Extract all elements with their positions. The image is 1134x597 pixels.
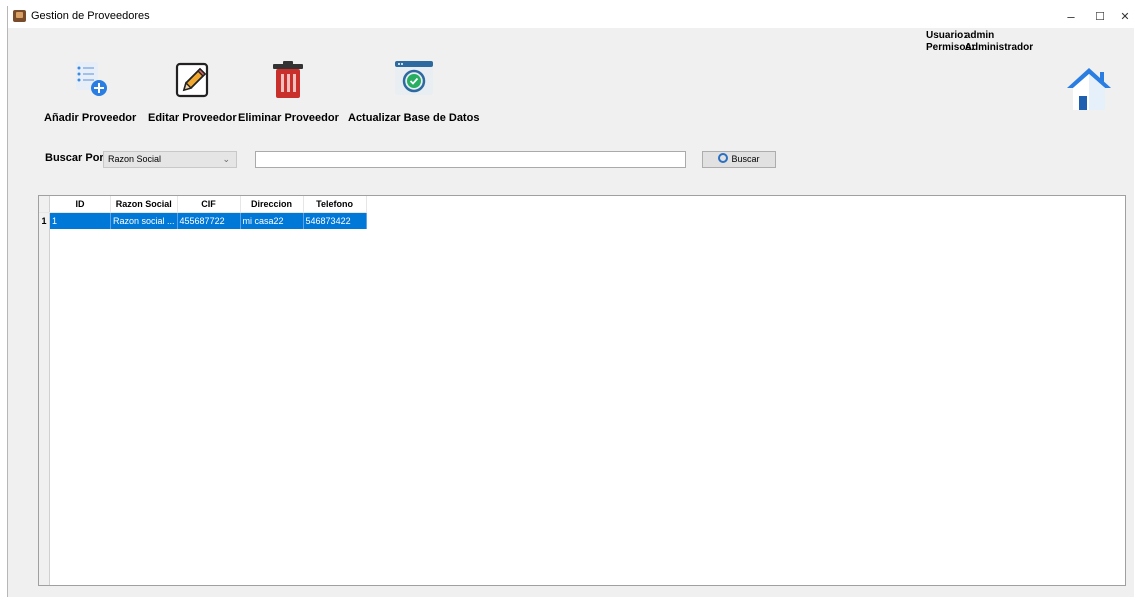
cell-id[interactable]: 1 [49, 212, 111, 229]
corner-header [39, 196, 50, 213]
refresh-database-label: Actualizar Base de Datos [348, 112, 480, 124]
edit-supplier-label: Editar Proveedor [148, 112, 237, 124]
suppliers-table: ID Razon Social CIF Direccion Telefono 1… [39, 196, 367, 229]
column-header-telefono[interactable]: Telefono [303, 196, 367, 213]
permisos-label: Permisos: [926, 42, 975, 53]
delete-supplier-button[interactable]: Eliminar Proveedor [238, 58, 339, 124]
edit-pencil-icon [170, 58, 214, 102]
usuario-label: Usuario: [926, 30, 967, 41]
usuario-value: admin [964, 30, 995, 41]
close-button[interactable]: ✕ [1110, 8, 1134, 26]
search-field-selected: Razon Social [108, 154, 162, 164]
add-supplier-label: Añadir Proveedor [44, 112, 137, 124]
window-title: Gestion de Proveedores [31, 10, 150, 22]
table-header-row: ID Razon Social CIF Direccion Telefono [39, 196, 367, 213]
edit-supplier-button[interactable]: Editar Proveedor [148, 58, 237, 124]
search-field-select[interactable]: Razon Social ⌄ [103, 151, 237, 168]
title-bar: Gestion de Proveedores – ☐ ✕ [8, 6, 1134, 28]
cell-razon-social[interactable]: Razon social ... [110, 212, 178, 229]
chevron-down-icon: ⌄ [222, 154, 230, 164]
row-header[interactable]: 1 [39, 212, 50, 229]
search-icon [718, 153, 729, 163]
main-window: Gestion de Proveedores – ☐ ✕ Usuario: ad… [7, 6, 1134, 597]
app-icon [13, 10, 26, 22]
table-row[interactable]: 1 1 Razon social ... 455687722 mi casa22… [39, 212, 367, 229]
minimize-button[interactable]: – [1056, 8, 1086, 26]
trash-icon [266, 58, 310, 102]
search-button-label: Buscar [731, 154, 760, 164]
column-header-direccion[interactable]: Direccion [240, 196, 304, 213]
permisos-value: Administrador [964, 42, 1034, 53]
delete-supplier-label: Eliminar Proveedor [238, 112, 339, 124]
add-list-icon [68, 58, 112, 102]
search-input[interactable] [255, 151, 686, 168]
column-header-id[interactable]: ID [49, 196, 111, 213]
home-icon[interactable] [1065, 64, 1113, 112]
user-info: Usuario: admin Permisos: Administrador [926, 30, 1033, 54]
cell-telefono[interactable]: 546873422 [303, 212, 367, 229]
search-by-label: Buscar Por: [45, 152, 108, 164]
column-header-razon-social[interactable]: Razon Social [110, 196, 178, 213]
suppliers-grid[interactable]: ID Razon Social CIF Direccion Telefono 1… [38, 195, 1126, 586]
add-supplier-button[interactable]: Añadir Proveedor [44, 58, 136, 124]
refresh-database-button[interactable]: Actualizar Base de Datos [348, 58, 479, 124]
column-header-cif[interactable]: CIF [177, 196, 241, 213]
search-button[interactable]: Buscar [702, 151, 776, 168]
refresh-database-icon [392, 58, 436, 102]
cell-direccion[interactable]: mi casa22 [240, 212, 304, 229]
cell-cif[interactable]: 455687722 [177, 212, 241, 229]
row-header-column [39, 196, 50, 585]
